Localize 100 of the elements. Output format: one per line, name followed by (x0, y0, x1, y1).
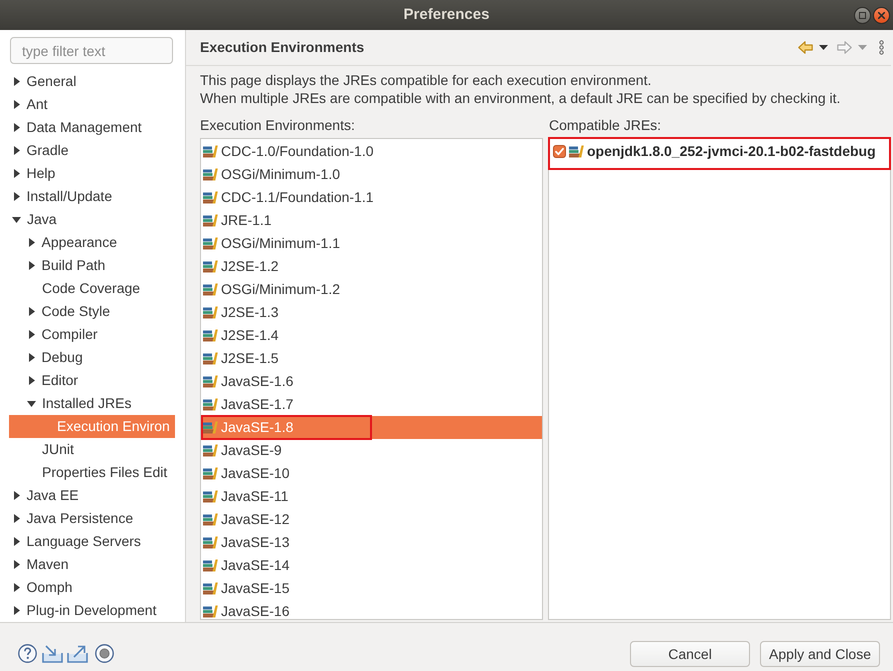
caret-down-icon[interactable] (27, 400, 36, 406)
caret-right-icon[interactable] (14, 537, 20, 546)
caret-right-icon[interactable] (14, 560, 20, 569)
list-item[interactable]: OSGi/Minimum-1.1 (203, 232, 340, 255)
tree-item[interactable]: Installed JREs (27, 392, 132, 415)
tree-item[interactable]: Install/Update (12, 185, 112, 208)
books-icon (203, 559, 218, 572)
tree-item[interactable]: Ant (12, 93, 48, 116)
books-icon (203, 513, 218, 526)
tree-item[interactable]: General (12, 70, 76, 93)
list-label: Compatible JREs: (549, 116, 662, 134)
list-item[interactable]: JavaSE-11 (203, 485, 288, 508)
books-icon (203, 467, 218, 480)
close-button[interactable] (873, 6, 890, 24)
tree-item[interactable]: Plug-in Development (12, 599, 156, 622)
tree-item[interactable]: Code Coverage (42, 277, 140, 300)
books-icon (203, 191, 218, 204)
list-item[interactable]: JRE-1.1 (203, 209, 272, 232)
tree-item[interactable]: Debug (27, 346, 83, 369)
caret-down-icon[interactable] (12, 216, 21, 222)
list-item[interactable]: JavaSE-12 (203, 508, 290, 531)
list-item[interactable]: JavaSE-15 (203, 577, 290, 600)
tree-item[interactable]: Java Persistence (12, 507, 134, 530)
checkbox[interactable] (553, 145, 566, 158)
books-icon (203, 168, 218, 181)
books-icon (569, 145, 584, 158)
close-icon (878, 12, 885, 18)
tree-item[interactable]: Oomph (12, 576, 72, 599)
list-item[interactable]: J2SE-1.3 (203, 301, 279, 324)
list-item[interactable]: CDC-1.1/Foundation-1.1 (203, 186, 374, 209)
menu-icon[interactable] (879, 40, 884, 55)
help-icon[interactable] (18, 644, 37, 663)
caret-right-icon[interactable] (14, 491, 20, 500)
books-icon (203, 145, 218, 158)
list-item[interactable]: JavaSE-13 (203, 531, 290, 554)
tree-item[interactable]: Build Path (27, 254, 106, 277)
description-text: This page displays the JREs compatible for each execution environment. (200, 71, 652, 89)
list-item[interactable]: J2SE-1.2 (203, 255, 279, 278)
caret-right-icon[interactable] (14, 77, 20, 86)
caret-right-icon[interactable] (14, 123, 20, 132)
list-item[interactable]: J2SE-1.4 (203, 324, 279, 347)
books-icon (203, 605, 218, 618)
caret-right-icon[interactable] (14, 169, 20, 178)
page-title: Execution Environments (200, 39, 364, 56)
tree-item[interactable]: Gradle (12, 139, 69, 162)
list-item[interactable]: OSGi/Minimum-1.2 (203, 278, 340, 301)
export-icon[interactable] (67, 644, 88, 663)
tree-item[interactable]: Data Management (12, 116, 142, 139)
record-icon[interactable] (95, 644, 114, 663)
back-arrow-icon[interactable] (798, 41, 813, 54)
list-item[interactable]: JavaSE-9 (203, 439, 282, 462)
list-item[interactable]: openjdk1.8.0_252-jvmci-20.1-b02-fastdebug (553, 140, 876, 163)
tree-item[interactable]: JUnit (42, 438, 74, 461)
caret-right-icon[interactable] (28, 353, 34, 362)
books-icon (203, 237, 218, 250)
tree-item[interactable]: Code Style (27, 300, 110, 323)
tree-item[interactable]: Language Servers (12, 530, 141, 553)
books-icon (203, 536, 218, 549)
list-label: Execution Environments: (200, 116, 355, 134)
caret-right-icon[interactable] (28, 238, 34, 247)
list-item[interactable]: JavaSE-1.6 (203, 370, 294, 393)
tree-item[interactable]: Appearance (27, 231, 118, 254)
filter-field[interactable]: type filter text (10, 37, 173, 64)
maximize-button[interactable] (854, 6, 871, 24)
tree-item[interactable]: Editor (27, 369, 78, 392)
caret-right-icon[interactable] (14, 514, 20, 523)
books-icon (203, 444, 218, 457)
tree-item[interactable]: Properties Files Edit (42, 461, 168, 484)
window-title: Preferences (404, 6, 490, 24)
list-item[interactable]: JavaSE-14 (203, 554, 290, 577)
tree-item[interactable]: Java (12, 208, 57, 231)
import-icon[interactable] (42, 644, 63, 663)
list-item[interactable]: J2SE-1.5 (203, 347, 279, 370)
caret-right-icon[interactable] (14, 606, 20, 615)
books-icon (203, 329, 218, 342)
list-item[interactable]: CDC-1.0/Foundation-1.0 (203, 140, 374, 163)
caret-right-icon[interactable] (14, 100, 20, 109)
list-item[interactable]: JavaSE-1.7 (203, 393, 294, 416)
books-icon (203, 375, 218, 388)
list-item[interactable]: JavaSE-10 (203, 462, 290, 485)
cancel-button[interactable]: Cancel (630, 641, 750, 667)
caret-right-icon[interactable] (28, 307, 34, 316)
books-icon (203, 582, 218, 595)
list-item[interactable]: OSGi/Minimum-1.0 (203, 163, 340, 186)
tree-item[interactable]: Maven (12, 553, 69, 576)
caret-right-icon[interactable] (14, 146, 20, 155)
books-icon (203, 260, 218, 273)
tree-item[interactable]: Java EE (12, 484, 79, 507)
caret-right-icon[interactable] (28, 330, 34, 339)
caret-right-icon[interactable] (14, 192, 20, 201)
caret-right-icon[interactable] (14, 583, 20, 592)
description-text: When multiple JREs are compatible with an environment, a default JRE can be specified by checking it. (200, 89, 842, 107)
list-item[interactable]: JavaSE-16 (203, 600, 290, 619)
caret-right-icon[interactable] (28, 261, 34, 270)
books-icon (203, 398, 218, 411)
apply-and-close-button[interactable]: Apply and Close (760, 641, 880, 667)
caret-right-icon[interactable] (28, 376, 34, 385)
tree-item[interactable]: Compiler (27, 323, 98, 346)
caret-down-icon[interactable] (819, 45, 828, 50)
tree-item[interactable]: Help (12, 162, 56, 185)
